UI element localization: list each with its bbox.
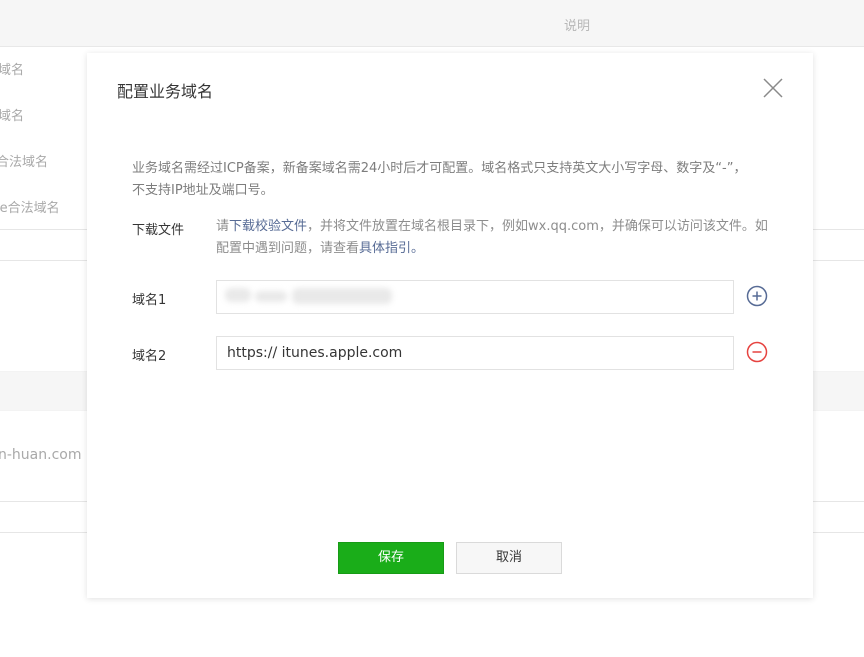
download-text-prefix: 请 — [216, 219, 230, 234]
domain2-label: 域名2 — [132, 349, 167, 364]
domain2-input[interactable] — [216, 336, 734, 370]
guide-link[interactable]: 具体指引 — [359, 241, 411, 256]
table-header: 说明 — [0, 0, 864, 47]
domain-fragment: n-huan.com — [0, 447, 82, 463]
download-label: 下载文件 — [132, 223, 185, 238]
row-label: 合法域名 — [0, 155, 49, 170]
download-description: 请下载校验文件，并将文件放置在域名根目录下，例如wx.qq.com，并确保可以访… — [216, 216, 772, 260]
row-label: 域名 — [0, 63, 25, 78]
minus-circle-icon — [746, 341, 768, 363]
redacted-text — [255, 291, 287, 302]
download-verify-file-link[interactable]: 下载校验文件 — [229, 219, 307, 234]
domain1-label: 域名1 — [132, 293, 167, 308]
close-button[interactable] — [762, 77, 784, 99]
configure-domain-dialog: 配置业务域名 业务域名需经过ICP备案，新备案域名需24小时后才可配置。域名格式… — [87, 53, 813, 598]
row-label: 域名 — [0, 109, 25, 124]
cancel-button[interactable]: 取消 — [456, 542, 562, 574]
redacted-text — [225, 288, 251, 302]
add-domain-button[interactable] — [746, 285, 768, 307]
row-label: le合法域名 — [0, 201, 60, 216]
column-header-description: 说明 — [564, 19, 591, 34]
dialog-title: 配置业务域名 — [117, 82, 214, 101]
remove-domain-button[interactable] — [746, 341, 768, 363]
save-button[interactable]: 保存 — [338, 542, 444, 574]
plus-circle-icon — [746, 285, 768, 307]
notice-text: 业务域名需经过ICP备案，新备案域名需24小时后才可配置。域名格式只支持英文大小… — [132, 161, 747, 198]
close-icon — [763, 78, 783, 98]
redacted-text — [292, 288, 392, 304]
download-text-suffix: 。 — [411, 241, 425, 256]
